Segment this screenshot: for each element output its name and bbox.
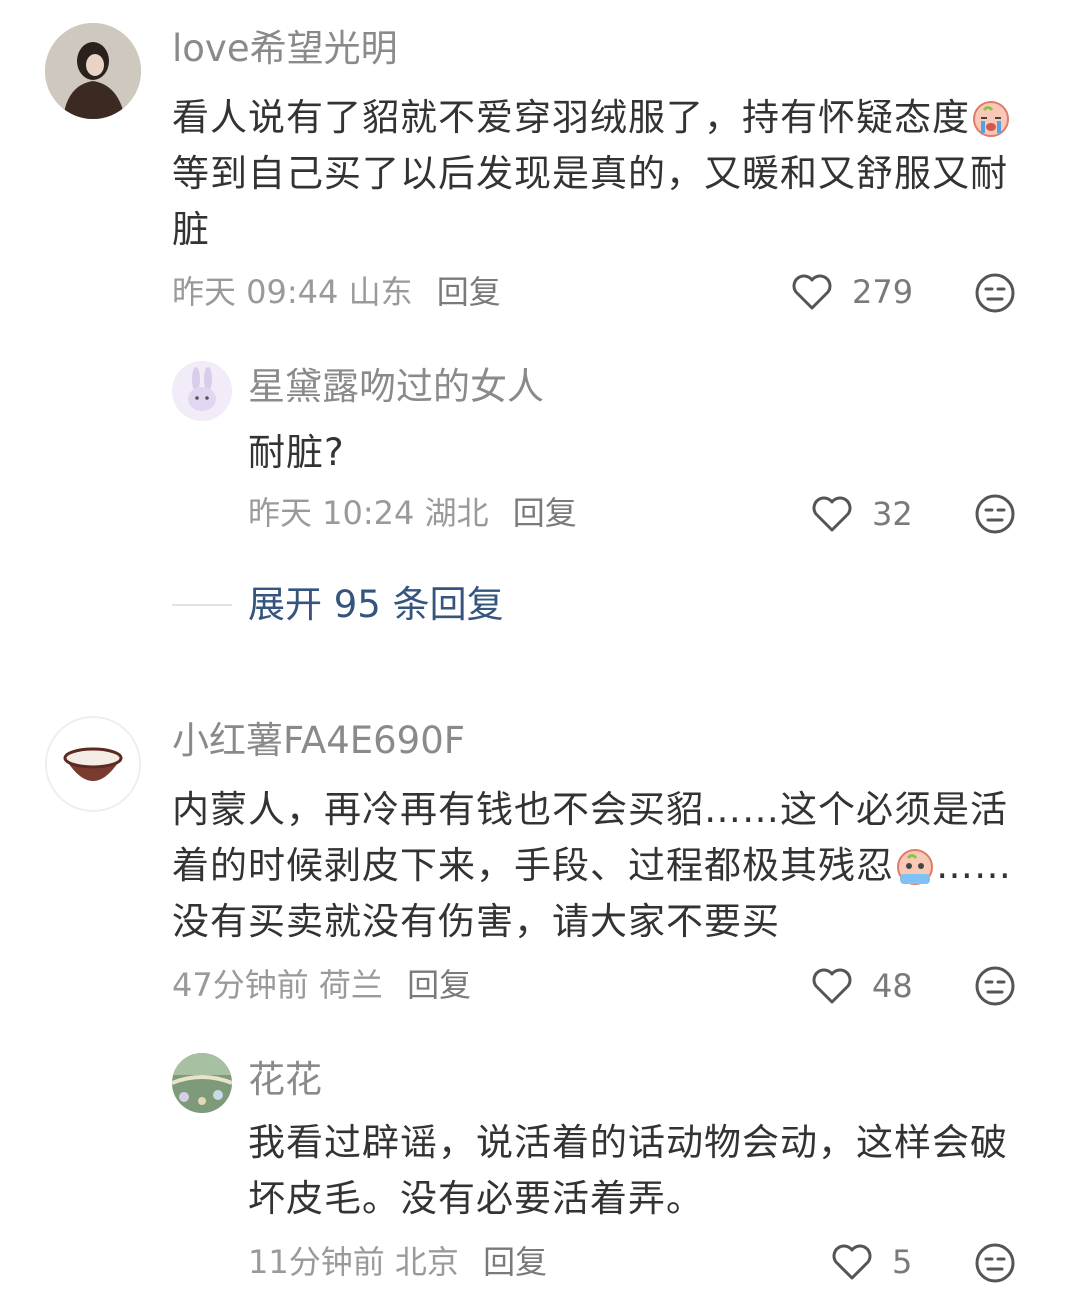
like-button[interactable]: 48 [810, 964, 913, 1008]
username[interactable]: 小红薯FA4E690F [172, 722, 465, 759]
heart-outline-icon [812, 968, 852, 1004]
timestamp: 昨天 10:24 [248, 494, 415, 532]
heart-outline-icon [832, 1244, 872, 1280]
comment-meta: 昨天 09:44 山东 回复 [172, 276, 501, 308]
expand-replies-button[interactable]: 展开 95 条回复 [172, 586, 504, 623]
reply-button[interactable]: 回复 [483, 1243, 547, 1281]
like-count: 48 [872, 967, 913, 1005]
reply-text: 我看过辟谣，说活着的话动物会动，这样会破坏皮毛。没有必要活着弄。 [248, 1121, 1008, 1220]
bunny-avatar [172, 361, 232, 421]
like-count: 32 [872, 495, 913, 533]
timestamp: 11分钟前 [248, 1243, 385, 1281]
avatar[interactable] [172, 1053, 232, 1113]
comment-text: 内蒙人，再冷再有钱也不会买貂……这个必须是活着的时候剥皮下来，手段、过程都极其残… [172, 788, 1012, 943]
location: 山东 [348, 273, 413, 311]
like-button[interactable]: 5 [830, 1240, 912, 1284]
painting-avatar [172, 1053, 232, 1113]
username[interactable]: love希望光明 [172, 30, 398, 67]
reply-text: 耐脏? [248, 431, 345, 474]
neutral-face-icon[interactable] [974, 493, 1016, 535]
coconut-bowl-avatar [47, 718, 139, 810]
location: 荷兰 [318, 966, 383, 1004]
comment-text: 看人说有了貂就不爱穿羽绒服了，持有怀疑态度 等到自己买了以后发现是真的，又暖和又… [172, 90, 1032, 258]
username[interactable]: 星黛露吻过的女人 [248, 368, 544, 405]
like-count: 5 [892, 1243, 913, 1281]
location: 湖北 [424, 494, 489, 532]
neutral-face-icon[interactable] [974, 965, 1016, 1007]
avatar[interactable] [45, 23, 141, 119]
comment-meta: 47分钟前 荷兰 回复 [172, 969, 471, 1001]
like-button[interactable]: 32 [810, 492, 913, 536]
timestamp: 昨天 09:44 [172, 273, 339, 311]
reply-button[interactable]: 回复 [437, 273, 501, 311]
avatar[interactable] [45, 716, 141, 812]
comment-meta: 昨天 10:24 湖北 回复 [248, 497, 577, 529]
neutral-face-icon[interactable] [974, 272, 1016, 314]
divider [172, 603, 232, 606]
comment-meta: 11分钟前 北京 回复 [248, 1246, 547, 1278]
location: 北京 [394, 1243, 459, 1281]
reply-button[interactable]: 回复 [407, 966, 471, 1004]
neutral-face-icon[interactable] [974, 1242, 1016, 1284]
reply-button[interactable]: 回复 [513, 494, 577, 532]
avatar-photo [45, 23, 141, 119]
timestamp: 47分钟前 [172, 966, 309, 1004]
like-button[interactable]: 279 [790, 270, 913, 314]
like-count: 279 [852, 273, 914, 311]
username[interactable]: 花花 [248, 1061, 322, 1098]
avatar[interactable] [172, 361, 232, 421]
heart-outline-icon [792, 274, 832, 310]
heart-outline-icon [812, 496, 852, 532]
expand-replies-label: 展开 95 条回复 [248, 583, 504, 626]
crying-face-emoji [897, 849, 933, 885]
crying-face-emoji [973, 101, 1009, 137]
